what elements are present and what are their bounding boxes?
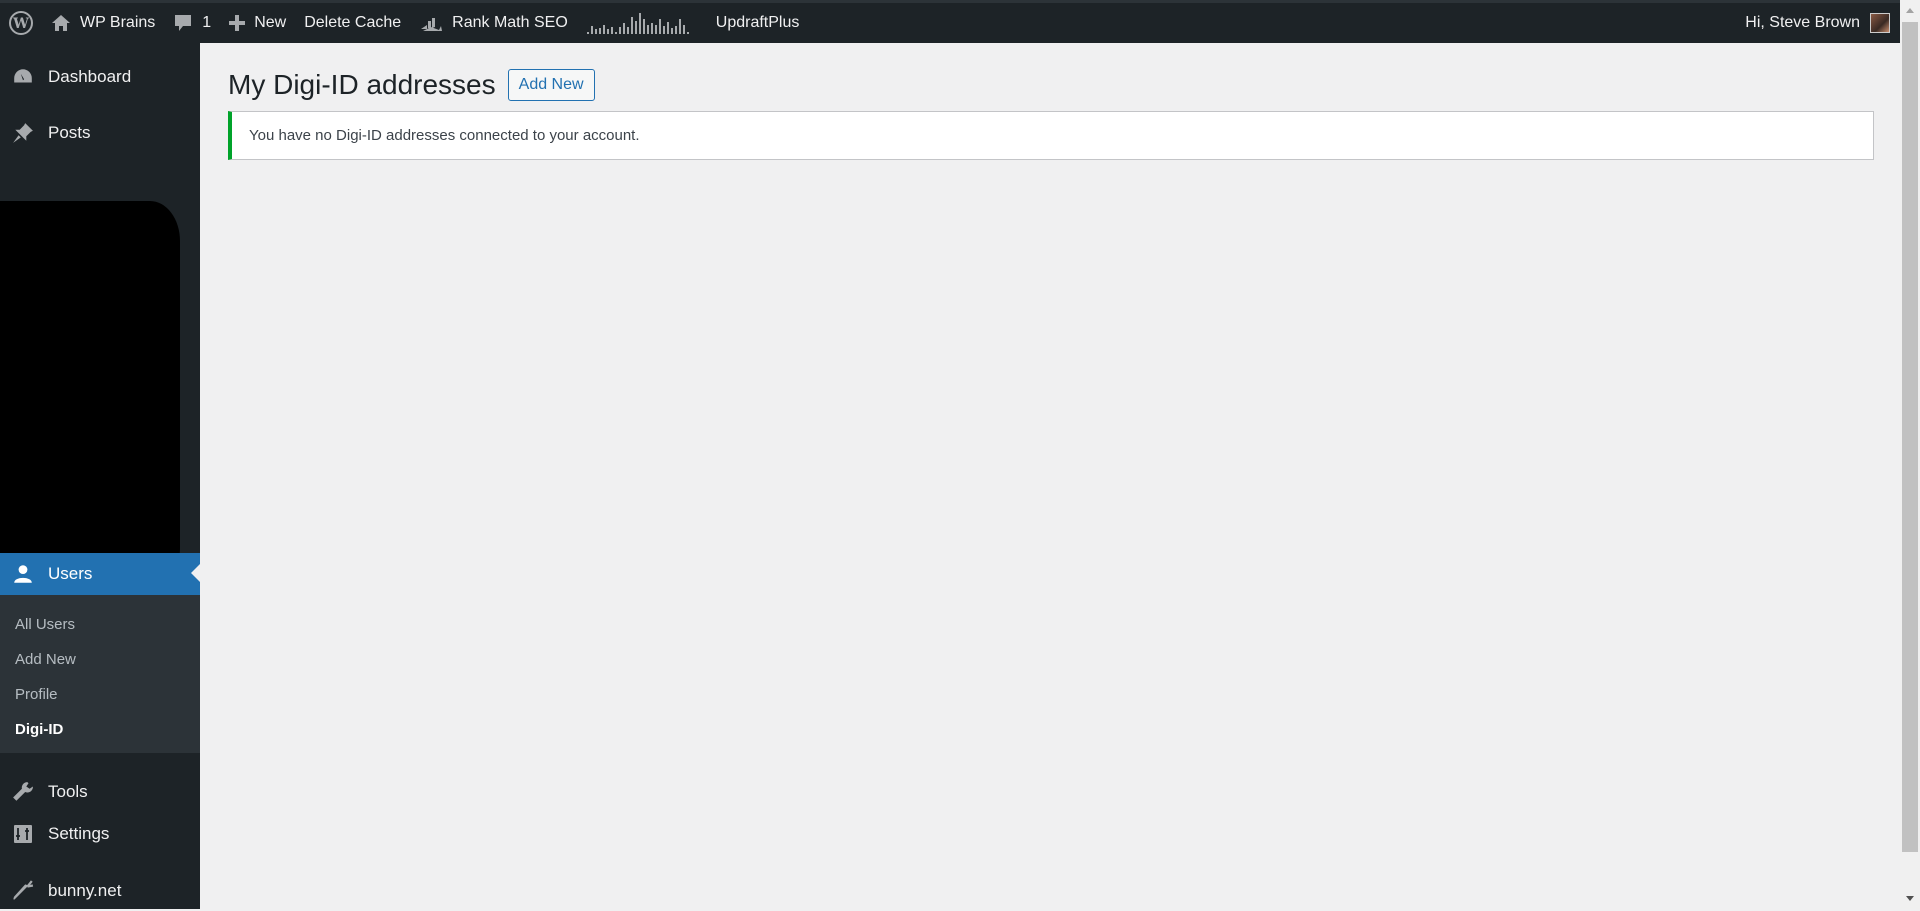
sidebar-item-label: Dashboard [48,67,132,86]
add-new-button[interactable]: Add New [507,69,595,101]
sidebar-item-label: Settings [48,824,110,843]
updraftplus-link[interactable]: UpdraftPlus [707,3,809,43]
delete-cache-label: Delete Cache [304,14,402,31]
notice-text: You have no Digi-ID addresses connected … [249,127,640,144]
stats-sparkline-link[interactable] [577,3,707,43]
wrench-icon [12,781,34,803]
info-notice: You have no Digi-ID addresses connected … [228,111,1874,160]
updraftplus-label: UpdraftPlus [715,14,800,31]
sidebar-item-dashboard[interactable]: Dashboard [0,57,200,97]
main-content: My Digi-ID addresses Add New You have no… [228,43,1874,160]
new-label: New [254,14,287,31]
wordpress-logo-button[interactable]: W [0,3,42,43]
sidebar-item-bunny-net[interactable]: bunny.net [0,871,200,911]
delete-cache-link[interactable]: Delete Cache [295,3,410,43]
submenu-profile[interactable]: Profile [0,677,200,712]
dashboard-icon [12,66,34,88]
svg-text:W: W [12,16,29,32]
avatar [1870,13,1890,33]
title-row: My Digi-ID addresses Add New [228,69,1874,101]
rank-math-label: Rank Math SEO [452,14,568,31]
user-icon [12,563,34,585]
submenu-all-users[interactable]: All Users [0,607,200,642]
scroll-up-arrow-icon[interactable] [1906,8,1914,13]
sidebar-item-label: Users [48,564,93,583]
site-name-link[interactable]: WP Brains [42,3,164,43]
admin-sidebar: Dashboard Posts Users All Users Add New … [0,43,200,909]
submenu-digi-id[interactable]: Digi-ID [0,712,200,747]
wordpress-logo-icon: W [9,11,33,35]
sidebar-item-posts[interactable]: Posts [0,113,200,153]
plus-icon [229,15,246,31]
comments-link[interactable]: 1 [164,3,220,43]
settings-icon [12,823,34,845]
sidebar-item-users[interactable]: Users [0,553,200,595]
stats-sparkline-icon [586,13,689,34]
comment-icon [175,15,192,31]
users-submenu: All Users Add New Profile Digi-ID [0,595,200,753]
my-account-link[interactable]: Hi, Steve Brown [1736,3,1900,43]
carrot-icon [12,880,34,902]
site-name: WP Brains [80,14,156,31]
home-icon [52,15,70,31]
scroll-down-arrow-icon[interactable] [1906,896,1914,901]
new-content-link[interactable]: New [220,3,295,43]
sidebar-item-label: bunny.net [48,881,122,900]
sidebar-item-label: Posts [48,123,91,142]
comments-count: 1 [202,14,212,31]
pin-icon [12,122,34,144]
greeting: Hi, Steve Brown [1745,14,1860,31]
rank-math-link[interactable]: Rank Math SEO [410,3,577,43]
sidebar-item-settings[interactable]: Settings [0,814,200,854]
vertical-scrollbar[interactable] [1900,0,1920,909]
sidebar-item-tools[interactable]: Tools [0,772,200,812]
admin-bar: W WP Brains 1 New Delete Cache Rank Math… [0,0,1900,43]
sidebar-item-label: Tools [48,782,88,801]
rank-math-icon [421,18,443,31]
scrollbar-thumb[interactable] [1902,22,1918,852]
redacted-menu-region [0,201,180,589]
submenu-add-new[interactable]: Add New [0,642,200,677]
page-title: My Digi-ID addresses [228,69,496,100]
